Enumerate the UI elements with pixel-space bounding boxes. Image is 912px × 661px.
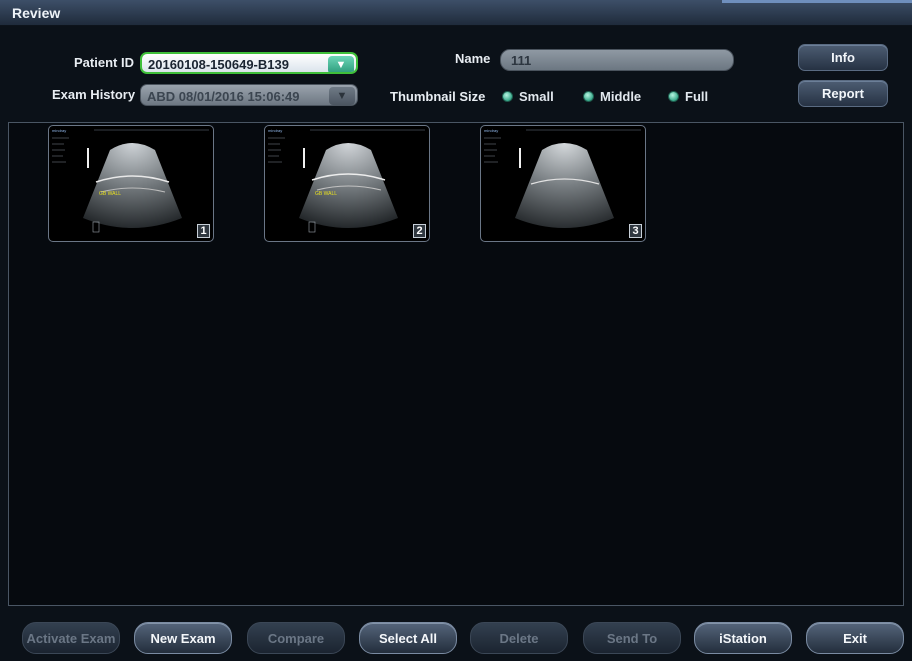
thumbnail-item[interactable]: mindray GB WALL 2 bbox=[264, 125, 430, 242]
istation-button[interactable]: iStation bbox=[694, 622, 792, 654]
exam-history-label: Exam History bbox=[52, 87, 136, 102]
thumb-header-text: mindray bbox=[52, 128, 66, 133]
chevron-down-icon[interactable]: ▼ bbox=[329, 87, 355, 105]
name-value: 111 bbox=[511, 53, 532, 68]
patient-id-value: 20160108-150649-B139 bbox=[148, 57, 289, 72]
thumb-marker-text: GB WALL bbox=[315, 191, 337, 197]
ultrasound-image: mindray GB WALL bbox=[268, 128, 425, 233]
name-field[interactable]: 111 bbox=[500, 49, 734, 71]
thumbnail-item[interactable]: mindray GB WALL 1 bbox=[48, 125, 214, 242]
radio-dot-icon bbox=[583, 91, 594, 102]
thumb-number: 3 bbox=[629, 224, 642, 238]
thumb-header-text: mindray bbox=[268, 128, 282, 133]
thumb-marker-text: GB WALL bbox=[99, 191, 121, 197]
thumb-header-text: mindray bbox=[484, 128, 498, 133]
exit-button[interactable]: Exit bbox=[806, 622, 904, 654]
report-button[interactable]: Report bbox=[798, 80, 888, 107]
radio-dot-icon bbox=[668, 91, 679, 102]
delete-button[interactable]: Delete bbox=[470, 622, 568, 654]
patient-id-select[interactable]: 20160108-150649-B139 ▼ bbox=[140, 52, 358, 74]
thumbnail-size-full[interactable]: Full bbox=[668, 89, 708, 104]
exam-history-select[interactable]: ABD 08/01/2016 15:06:49 ▼ bbox=[140, 84, 358, 106]
radio-label-small: Small bbox=[519, 89, 554, 104]
chevron-down-icon[interactable]: ▼ bbox=[328, 56, 354, 72]
new-exam-button[interactable]: New Exam bbox=[134, 622, 232, 654]
thumbnail-size-small[interactable]: Small bbox=[502, 89, 554, 104]
patient-id-label: Patient ID bbox=[74, 55, 134, 70]
ultrasound-image: mindray bbox=[484, 128, 641, 228]
radio-dot-icon bbox=[502, 91, 513, 102]
title-accent bbox=[722, 0, 912, 3]
thumb-number: 2 bbox=[413, 224, 426, 238]
thumbnail-item[interactable]: mindray 3 bbox=[480, 125, 646, 242]
thumb-number: 1 bbox=[197, 224, 210, 238]
radio-label-full: Full bbox=[685, 89, 709, 104]
compare-button[interactable]: Compare bbox=[247, 622, 345, 654]
select-all-button[interactable]: Select All bbox=[359, 622, 457, 654]
window-title: Review bbox=[12, 5, 61, 21]
info-button[interactable]: Info bbox=[798, 44, 888, 71]
thumbnail-size-middle[interactable]: Middle bbox=[583, 89, 641, 104]
radio-label-middle: Middle bbox=[600, 89, 642, 104]
send-to-button[interactable]: Send To bbox=[583, 622, 681, 654]
activate-exam-button[interactable]: Activate Exam bbox=[22, 622, 120, 654]
ultrasound-image: mindray GB WALL bbox=[52, 128, 209, 233]
thumbnail-size-label: Thumbnail Size bbox=[390, 89, 486, 104]
exam-history-value: ABD 08/01/2016 15:06:49 bbox=[147, 89, 300, 104]
name-label: Name bbox=[455, 51, 491, 66]
title-bar: Review bbox=[0, 0, 912, 26]
